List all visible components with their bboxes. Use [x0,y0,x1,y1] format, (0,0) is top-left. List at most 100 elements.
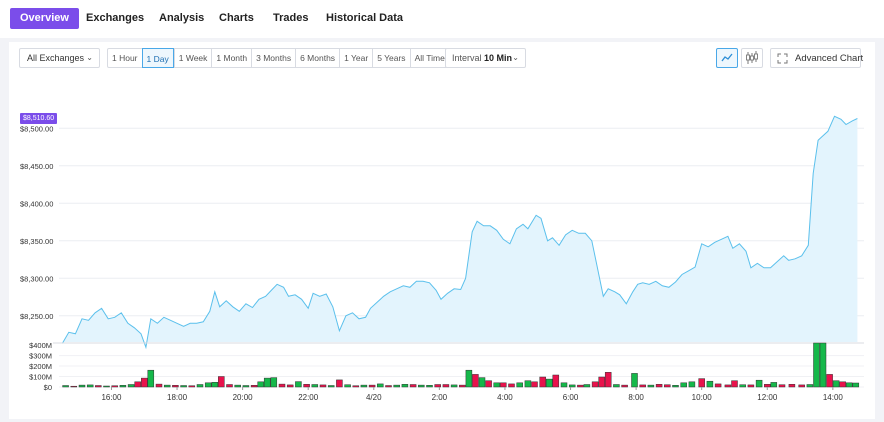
top-nav: Overview Exchanges Analysis Charts Trade… [0,0,884,38]
tab-historical-data[interactable]: Historical Data [326,8,403,29]
volume-bar [613,384,620,388]
volume-bar [103,385,110,388]
volume-bar [426,385,433,388]
volume-bar [604,372,612,388]
volume-bar [368,384,376,388]
x-axis-tick-label: 20:00 [233,393,254,402]
range-3-months[interactable]: 3 Months [251,49,295,67]
price-axis-tick-label: $8,250.00 [20,312,53,321]
price-area-fill [62,116,858,348]
volume-bar [832,380,840,388]
volume-bar [234,384,241,388]
advanced-chart-button[interactable]: Advanced Chart [770,48,864,68]
volume-axis-tick-label: $300M [29,352,52,361]
volume-bar [485,380,492,388]
volume-bar [218,376,225,388]
volume-bar [545,378,553,388]
volume-bar [852,382,860,388]
volume-bar [163,384,171,388]
candlestick-button[interactable] [741,48,763,68]
range-1-week[interactable]: 1 Week [173,49,212,67]
volume-bar [385,385,392,388]
range-1-hour[interactable]: 1 Hour [108,49,142,67]
volume-bar [127,384,135,388]
volume-bar [188,385,196,388]
range-5-years[interactable]: 5 Years [372,49,409,67]
x-axis-tick-label: 4:00 [497,393,513,402]
tab-exchanges[interactable]: Exchanges [86,8,144,29]
range-1-year[interactable]: 1 Year [339,49,372,67]
volume-bar [778,384,786,388]
x-axis-tick-label: 18:00 [167,393,188,402]
volume-bar [508,383,515,388]
volume-bar [311,384,319,388]
tab-charts[interactable]: Charts [219,8,254,29]
volume-bar [352,385,360,388]
volume-axis-tick-label: $100M [29,373,52,382]
tab-analysis[interactable]: Analysis [159,8,204,29]
volume-bar [539,376,546,388]
chart-panel: $8,500.00 $8,450.00 $8,400.00 $8,350.00 $8,3… [9,42,875,419]
expand-icon [777,53,788,64]
tab-overview[interactable]: Overview [10,8,79,29]
volume-bar [739,384,746,388]
volume-bar [442,384,450,388]
tab-trades[interactable]: Trades [273,8,308,29]
advanced-chart-label: Advanced Chart [795,53,864,64]
volume-bar [242,385,250,388]
range-6-months[interactable]: 6 Months [295,49,339,67]
volume-bar [327,385,335,388]
volume-bar [226,384,233,388]
range-1-month[interactable]: 1 Month [211,49,251,67]
volume-bar [111,385,118,388]
exchange-select-value: All Exchanges [27,53,85,63]
volume-bar [621,384,628,388]
volume-bar [465,369,473,388]
volume-bar [393,384,400,388]
volume-bar [303,384,310,388]
price-axis-tick-label: $8,450.00 [20,162,53,171]
volume-bar [147,369,155,388]
volume-bar [141,377,148,388]
x-axis-tick-label: 6:00 [563,393,579,402]
volume-bar [647,384,655,388]
volume-bar [839,381,846,388]
volume-bar [819,342,827,388]
interval-label: Interval [452,53,482,63]
volume-bar [336,379,343,388]
volume-bar [568,384,576,388]
volume-bar [524,380,532,388]
price-axis-tick-label: $8,300.00 [20,274,53,283]
volume-bar [418,384,425,388]
volume-bar [472,374,479,388]
x-axis-tick-label: 10:00 [692,393,713,402]
interval-select[interactable]: Interval 10 Min ⌄ [445,48,526,68]
volume-bar [180,385,187,388]
volume-bar [257,381,264,388]
volume-bar [552,374,560,388]
volume-bar [70,385,78,388]
volume-bar [798,384,805,388]
volume-bar [680,382,687,388]
volume-bar [845,382,853,388]
volume-bar [631,373,638,388]
volume-bar [409,384,417,388]
line-chart-icon [721,53,733,62]
volume-bar [493,382,500,388]
range-1-day[interactable]: 1 Day [141,48,174,68]
volume-bar [270,377,278,388]
volume-bar [813,342,820,388]
chevron-down-icon: ⌄ [512,53,519,62]
volume-bar [319,384,327,388]
range-all-time[interactable]: All Time [409,49,449,67]
interval-value: 10 Min [484,53,513,63]
x-axis-tick-label: 12:00 [757,393,778,402]
exchange-select[interactable]: All Exchanges ⌄ [19,48,100,68]
volume-bar [211,382,219,388]
volume-bar [204,382,212,388]
volume-bar [806,384,814,388]
line-chart-button[interactable] [716,48,738,68]
volume-bar [755,379,763,388]
volume-bar [655,384,663,388]
volume-bar [724,384,732,388]
